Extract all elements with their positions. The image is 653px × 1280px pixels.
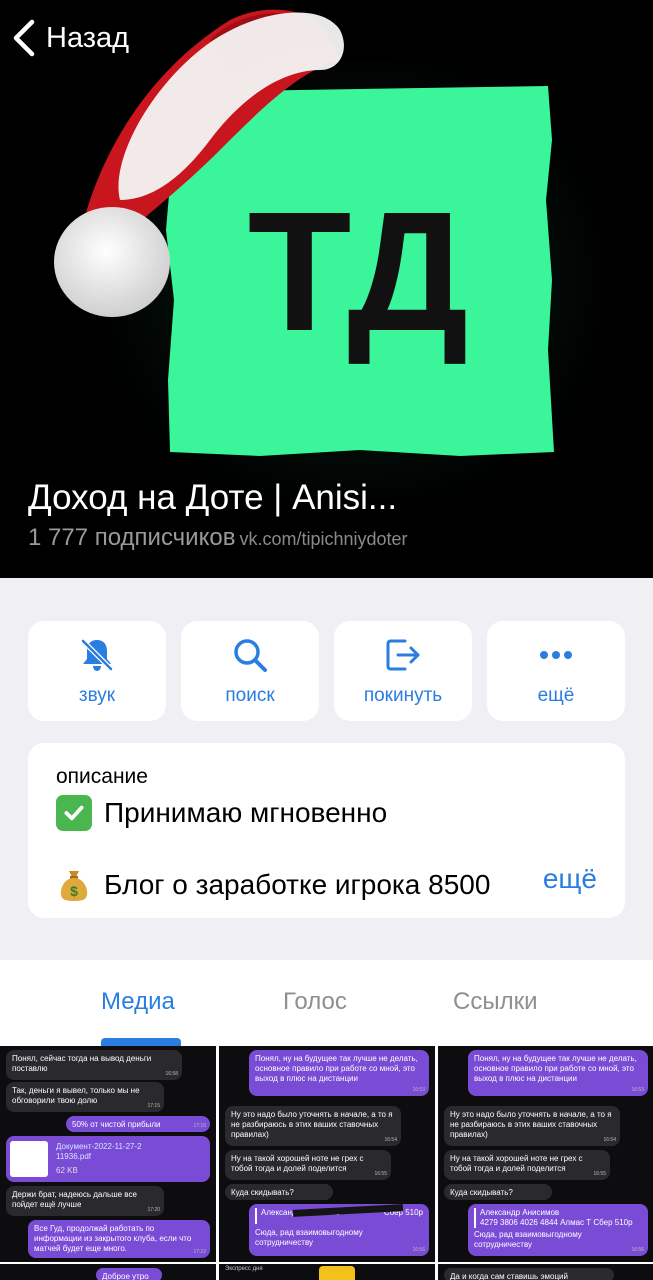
more-button[interactable]: ещё bbox=[487, 621, 625, 721]
subscriber-count: 1 777 подписчиков bbox=[28, 524, 236, 551]
description-text-2: Блог о заработке игрока 8500 bbox=[104, 869, 491, 900]
chat-text: Все Гуд, продолжай работать по информаци… bbox=[34, 1224, 192, 1253]
chat-text: Да и когда сам ставишь эмоций bbox=[450, 1272, 568, 1280]
chat-bubble: Куда скидывать? bbox=[444, 1184, 552, 1200]
chat-text: 50% от чистой прибыли bbox=[72, 1120, 161, 1129]
chat-text: Ну это надо было уточнять в начале, а то… bbox=[450, 1110, 612, 1139]
mute-button[interactable]: звук bbox=[28, 621, 166, 721]
chat-text: Понял, ну на будущее так лучше не делать… bbox=[474, 1054, 637, 1083]
back-label: Назад bbox=[46, 21, 130, 54]
chat-text: Так, деньги я вывел, только мы не обгово… bbox=[12, 1086, 140, 1105]
chat-bubble: Понял, ну на будущее так лучше не делать… bbox=[249, 1050, 429, 1096]
chat-text: Понял, ну на будущее так лучше не делать… bbox=[255, 1054, 418, 1083]
chat-bubble: Ну это надо было уточнять в начале, а то… bbox=[444, 1106, 620, 1146]
chat-bubble: Все Гуд, продолжай работать по информаци… bbox=[28, 1220, 210, 1258]
chat-bubble: Александр Анисимов 4279 3806 4026 4844 А… bbox=[468, 1204, 648, 1256]
leave-icon bbox=[386, 639, 420, 671]
chat-bubble: Понял, сейчас тогда на вывод деньги пост… bbox=[6, 1050, 182, 1080]
reply-author: Александр Анисимов bbox=[480, 1208, 560, 1217]
description-text-1: Принимаю мгновенно bbox=[104, 797, 388, 828]
chat-bubble: Ну это надо было уточнять в начале, а то… bbox=[225, 1106, 401, 1146]
chat-bubble: Документ-2022-11-27-2 11936.pdf 62 KB bbox=[6, 1136, 210, 1182]
chat-bubble: Ну на такой хорошей ноте не грех с тобой… bbox=[225, 1150, 391, 1180]
avatar-logo-text: ТД bbox=[248, 177, 469, 367]
media-thumbnail-2[interactable]: Понял, ну на будущее так лучше не делать… bbox=[219, 1046, 435, 1262]
search-icon bbox=[234, 639, 267, 672]
tab-active-indicator bbox=[101, 1038, 181, 1046]
back-button[interactable]: Назад bbox=[10, 18, 129, 58]
description-card: описание Принимаю мгновенно $ Блог о зар… bbox=[28, 743, 625, 918]
chat-text: Доброе утро bbox=[102, 1272, 149, 1280]
check-mark-icon bbox=[56, 795, 92, 831]
tab-links[interactable]: Ссылки bbox=[453, 988, 538, 1016]
lightning-logo bbox=[319, 1266, 355, 1280]
chat-text: Ну на такой хорошей ноте не грех с тобой… bbox=[450, 1154, 583, 1173]
tab-voice[interactable]: Голос bbox=[283, 988, 347, 1016]
description-more-link[interactable]: ещё bbox=[502, 863, 597, 895]
chat-text: Ну это надо было уточнять в начале, а то… bbox=[231, 1110, 393, 1139]
description-line-1: Принимаю мгновенно bbox=[56, 795, 597, 831]
chat-bubble: Доброе утро bbox=[96, 1268, 162, 1280]
chat-bubble: Ну на такой хорошей ноте не грех с тобой… bbox=[444, 1150, 610, 1180]
chat-bubble: 50% от чистой прибыли 17:16 bbox=[66, 1116, 210, 1132]
chat-text: Куда скидывать? bbox=[231, 1188, 294, 1197]
chat-text: Сюда, рад взаимовыгодному сотрудничеству bbox=[474, 1230, 582, 1249]
reply-quote: Александр Анисимов 4279 3806 4026 4844 А… bbox=[474, 1208, 642, 1228]
document-icon bbox=[10, 1141, 48, 1177]
channel-header: ТД Назад Доход на Доте | Anisi... 1 777 … bbox=[0, 0, 653, 578]
reply-text: 4279 3806 4026 4844 Алмас Т Сбер 510р bbox=[480, 1218, 633, 1227]
media-tabs: Медиа Голос Ссылки bbox=[0, 960, 653, 1046]
more-label: ещё bbox=[537, 685, 575, 706]
media-thumbnail-4[interactable]: Доброе утро bbox=[0, 1264, 216, 1280]
search-label: поиск bbox=[225, 685, 275, 706]
chat-bubble: Куда скидывать? bbox=[225, 1184, 333, 1200]
media-thumbnail-3[interactable]: Понял, ну на будущее так лучше не делать… bbox=[438, 1046, 653, 1262]
description-caption: описание bbox=[56, 765, 148, 788]
chat-text: Понял, сейчас тогда на вывод деньги пост… bbox=[12, 1054, 152, 1073]
media-grid: Понял, сейчас тогда на вывод деньги пост… bbox=[0, 1046, 653, 1280]
chat-bubble: Так, деньги я вывел, только мы не обгово… bbox=[6, 1082, 164, 1112]
description-line-2: $ Блог о заработке игрока 8500 ещё bbox=[56, 863, 597, 903]
leave-label: покинуть bbox=[363, 685, 443, 706]
chat-bubble: Держи брат, надеюсь дальше все пойдет ещ… bbox=[6, 1186, 164, 1216]
chat-bubble: Понял, ну на будущее так лучше не делать… bbox=[468, 1050, 648, 1096]
search-button[interactable]: поиск bbox=[181, 621, 319, 721]
mute-label: звук bbox=[78, 685, 116, 706]
chat-bubble: Александр Анисимов Сбер 510р Сюда, рад в… bbox=[249, 1204, 429, 1256]
channel-title: Доход на Доте | Anisi... bbox=[28, 478, 398, 517]
chat-bubble: Да и когда сам ставишь эмоций bbox=[444, 1268, 614, 1280]
media-thumbnail-6[interactable]: Да и когда сам ставишь эмоций bbox=[438, 1264, 653, 1280]
chat-text: Держи брат, надеюсь дальше все пойдет ещ… bbox=[12, 1190, 137, 1209]
chat-text: Экспресс дня bbox=[225, 1266, 263, 1272]
chat-text: Ну на такой хорошей ноте не грех с тобой… bbox=[231, 1154, 364, 1173]
svg-text:$: $ bbox=[70, 883, 78, 899]
tab-media[interactable]: Медиа bbox=[101, 988, 175, 1016]
leave-button[interactable]: покинуть bbox=[334, 621, 472, 721]
more-dots-icon bbox=[540, 651, 572, 659]
media-thumbnail-5[interactable]: Экспресс дня bbox=[219, 1264, 435, 1280]
reply-quote: Александр Анисимов Сбер 510р bbox=[255, 1204, 423, 1224]
chevron-left-icon bbox=[13, 19, 35, 57]
chat-text: Куда скидывать? bbox=[450, 1188, 513, 1197]
media-thumbnail-1[interactable]: Понял, сейчас тогда на вывод деньги пост… bbox=[0, 1046, 216, 1262]
bell-slash-icon bbox=[81, 639, 113, 671]
document-size: 62 KB bbox=[56, 1166, 78, 1175]
chat-text: Сюда, рад взаимовыгодному сотрудничеству bbox=[255, 1228, 363, 1247]
action-bar: звук поиск покинуть ещё bbox=[28, 621, 625, 721]
avatar-watermark: vk.com/tipichniydoter bbox=[239, 529, 408, 549]
document-name: Документ-2022-11-27-2 11936.pdf bbox=[56, 1142, 142, 1161]
channel-meta: 1 777 подписчиков vk.com/tipichniydoter bbox=[28, 524, 408, 552]
money-bag-icon: $ bbox=[60, 871, 88, 901]
